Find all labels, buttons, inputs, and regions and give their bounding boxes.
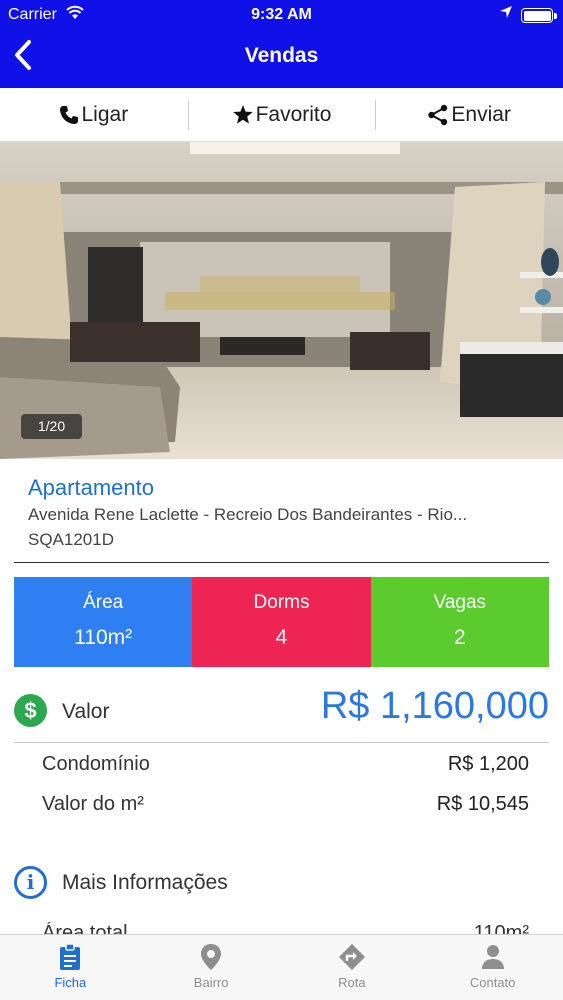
property-photo[interactable]: 1/20 — [0, 142, 563, 459]
detail-value: 110m² — [473, 922, 529, 934]
tab-bairro[interactable]: Bairro — [141, 935, 282, 1000]
map-pin-icon — [201, 944, 222, 970]
detail-row-area-total: Área total 110m² — [42, 922, 529, 934]
clock: 9:32 AM — [251, 6, 312, 23]
tab-label: Ficha — [54, 975, 87, 990]
detail-value: R$ 1,200 — [447, 753, 529, 775]
living-room-image — [0, 142, 563, 459]
tab-contato[interactable]: Contato — [422, 935, 563, 1000]
detail-value: R$ 10,545 — [436, 793, 529, 815]
call-button[interactable]: Ligar — [0, 88, 188, 141]
stat-value: 110m² — [74, 626, 133, 649]
detail-row-price-per-m2: Valor do m² R$ 10,545 — [42, 793, 529, 816]
detail-label: Área total — [42, 922, 128, 934]
photo-counter: 1/20 — [21, 414, 82, 439]
share-label: Enviar — [451, 102, 511, 126]
tab-label: Bairro — [193, 975, 229, 990]
share-icon — [428, 104, 448, 125]
stat-label: Vagas — [433, 592, 487, 613]
status-bar: Carrier 9:32 AM — [0, 0, 563, 30]
stat-value: 2 — [453, 626, 466, 649]
price-label: Valor — [62, 700, 110, 723]
phone-icon — [60, 105, 79, 124]
price-row: $ Valor R$ 1,160,000 — [14, 685, 549, 737]
tab-label: Contato — [469, 975, 516, 990]
location-arrow-icon — [499, 5, 513, 24]
detail-row-condominio: Condomínio R$ 1,200 — [42, 753, 529, 776]
stats-panel: Área 110m² Dorms 4 Vagas 2 — [14, 577, 549, 667]
stat-value: 4 — [275, 626, 288, 649]
property-code: SQA1201D — [28, 530, 114, 549]
dollar-icon: $ — [14, 694, 47, 727]
battery-level — [523, 10, 551, 21]
page-title: Vendas — [244, 44, 319, 67]
stat-area: Área 110m² — [14, 577, 193, 667]
call-label: Ligar — [81, 102, 129, 126]
tab-rota[interactable]: Rota — [282, 935, 423, 1000]
property-type: Apartamento — [28, 475, 154, 500]
tab-ficha[interactable]: Ficha — [0, 935, 141, 1000]
stat-parking: Vagas 2 — [370, 577, 549, 667]
route-icon — [338, 944, 365, 970]
stat-label: Área — [83, 592, 124, 613]
person-icon — [481, 945, 504, 969]
battery-icon — [521, 8, 557, 23]
tab-bar: Ficha Bairro Rota Contato — [0, 934, 563, 1000]
detail-label: Valor do m² — [42, 793, 144, 815]
divider — [14, 562, 549, 563]
divider — [14, 742, 549, 743]
property-address: Avenida Rene Laclette - Recreio Dos Band… — [28, 505, 468, 524]
document-icon — [60, 943, 81, 970]
tab-label: Rota — [338, 975, 366, 990]
more-info-title: Mais Informações — [62, 871, 228, 894]
share-button[interactable]: Enviar — [375, 88, 563, 141]
navigation-bar: Carrier 9:32 AM Vendas — [0, 0, 563, 88]
stat-label: Dorms — [253, 592, 310, 613]
price-value: R$ 1,160,000 — [320, 685, 549, 727]
favorite-button[interactable]: Favorito — [187, 88, 376, 141]
action-bar: Ligar Favorito Enviar — [0, 88, 563, 142]
stat-dorms: Dorms 4 — [192, 577, 371, 667]
info-icon: i — [14, 866, 47, 899]
favorite-label: Favorito — [255, 102, 332, 126]
detail-label: Condomínio — [42, 753, 150, 775]
star-icon — [232, 105, 253, 124]
